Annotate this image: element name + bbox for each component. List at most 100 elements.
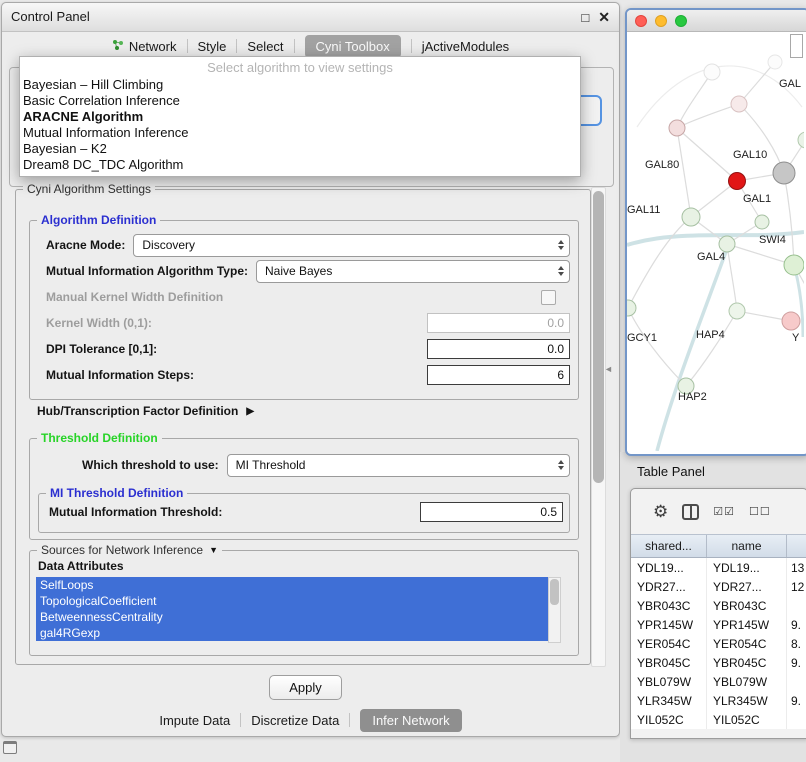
close-traffic-light-icon[interactable] <box>635 15 647 27</box>
hub-factor-section-header[interactable]: Hub/Transcription Factor Definition ▶ <box>37 404 254 418</box>
mi-threshold-field[interactable]: 0.5 <box>420 502 563 522</box>
cell[interactable] <box>787 672 806 691</box>
tab-discretize-data[interactable]: Discretize Data <box>251 713 339 728</box>
node-label[interactable]: Y <box>792 332 799 344</box>
apply-button[interactable]: Apply <box>269 675 342 700</box>
tab-jactivemodules[interactable]: jActiveModules <box>422 39 509 54</box>
node-label[interactable]: GAL11 <box>627 204 660 216</box>
cell[interactable]: YBR043C <box>707 596 787 615</box>
close-icon[interactable]: ✕ <box>598 9 610 26</box>
popup-item[interactable]: Mutual Information Inference <box>20 125 580 141</box>
network-node-hap4[interactable] <box>729 303 745 319</box>
cell[interactable]: 13 <box>787 558 806 577</box>
table-row[interactable]: YLR345WYLR345W9. <box>631 691 806 710</box>
network-node-faint[interactable] <box>768 55 782 69</box>
cell[interactable] <box>787 710 806 729</box>
panel-collapse-handle[interactable]: ◄ <box>604 364 613 374</box>
table-row[interactable]: YER054CYER054C8. <box>631 634 806 653</box>
cell[interactable]: YIL052C <box>631 710 707 729</box>
network-node-swi4[interactable] <box>755 215 769 229</box>
which-threshold-select[interactable]: MI Threshold <box>227 454 570 477</box>
zoom-traffic-light-icon[interactable] <box>675 15 687 27</box>
cell[interactable] <box>787 596 806 615</box>
popup-item[interactable]: Bayesian – K2 <box>20 141 580 157</box>
network-canvas[interactable]: GAL GAL80 GAL10 GAL11 GAL1 SWI4 GAL4 GCY… <box>627 32 804 451</box>
tab-network[interactable]: Network <box>112 39 177 54</box>
cell[interactable]: YLR345W <box>707 691 787 710</box>
cell[interactable]: 8. <box>787 634 806 653</box>
settings-scrollbar[interactable] <box>591 187 606 667</box>
restore-panel-icon[interactable] <box>3 741 17 754</box>
popup-item-selected[interactable]: ARACNE Algorithm <box>20 109 580 125</box>
network-node-gal10-red[interactable] <box>729 173 746 190</box>
popup-item[interactable]: Dream8 DC_TDC Algorithm <box>20 157 580 173</box>
table-row[interactable]: YDR27...YDR27...12 <box>631 577 806 596</box>
scrollbar-thumb[interactable] <box>593 191 604 483</box>
attributes-scrollbar[interactable] <box>548 577 561 643</box>
list-item[interactable]: BetweennessCentrality <box>36 609 548 625</box>
tab-infer-network[interactable]: Infer Network <box>360 709 461 732</box>
network-node-gal4[interactable] <box>719 236 735 252</box>
node-label[interactable]: GCY1 <box>627 332 657 344</box>
node-label[interactable]: GAL4 <box>697 251 725 263</box>
table-row[interactable]: YBR043CYBR043C <box>631 596 806 615</box>
cell[interactable]: YDL19... <box>631 558 707 577</box>
network-node-gal[interactable] <box>798 132 804 148</box>
cell[interactable]: 12 <box>787 577 806 596</box>
canvas-scrollbar[interactable] <box>790 34 803 58</box>
column-header[interactable]: name <box>707 535 787 557</box>
unselect-all-columns-icon[interactable]: ☐☐ <box>749 505 771 518</box>
cell[interactable]: YPR145W <box>707 615 787 634</box>
scrollbar-thumb[interactable] <box>550 579 559 605</box>
cell[interactable]: YBR045C <box>631 653 707 672</box>
table-row[interactable]: YBR045CYBR045C9. <box>631 653 806 672</box>
control-panel-titlebar[interactable]: Control Panel □ ✕ <box>2 3 619 32</box>
cell[interactable]: 9. <box>787 653 806 672</box>
node-label[interactable]: GAL10 <box>733 149 767 161</box>
column-header[interactable]: shared... <box>631 535 707 557</box>
tab-impute-data[interactable]: Impute Data <box>159 713 230 728</box>
network-node-gal11[interactable] <box>682 208 700 226</box>
network-window-titlebar[interactable] <box>627 10 806 32</box>
cell[interactable]: 9. <box>787 691 806 710</box>
aracne-mode-select[interactable]: Discovery <box>133 234 570 257</box>
network-node-pink[interactable] <box>782 312 800 330</box>
tab-style[interactable]: Style <box>198 39 227 54</box>
mi-type-select[interactable]: Naive Bayes <box>256 260 570 283</box>
float-window-icon[interactable]: □ <box>581 10 589 25</box>
cell[interactable]: YLR345W <box>631 691 707 710</box>
network-node-gal80[interactable] <box>669 120 685 136</box>
network-node-pale-pink[interactable] <box>731 96 747 112</box>
cell[interactable]: YBR045C <box>707 653 787 672</box>
cell[interactable]: YPR145W <box>631 615 707 634</box>
select-all-columns-icon[interactable]: ☑☑ <box>713 505 735 518</box>
minimize-traffic-light-icon[interactable] <box>655 15 667 27</box>
cell[interactable]: YIL052C <box>707 710 787 729</box>
column-browser-icon[interactable] <box>682 504 699 520</box>
popup-item[interactable]: Bayesian – Hill Climbing <box>20 77 580 93</box>
table-row[interactable]: YPR145WYPR145W9. <box>631 615 806 634</box>
network-node-gcy1[interactable] <box>627 300 636 316</box>
gear-icon[interactable]: ⚙ <box>653 503 668 520</box>
node-label[interactable]: GAL1 <box>743 193 771 205</box>
tab-cyni-toolbox[interactable]: Cyni Toolbox <box>305 35 401 58</box>
node-label[interactable]: SWI4 <box>759 234 786 246</box>
list-item[interactable]: TopologicalCoefficient <box>36 593 548 609</box>
cell[interactable]: YBL079W <box>631 672 707 691</box>
mi-steps-field[interactable]: 6 <box>427 365 570 385</box>
cell[interactable]: 9. <box>787 615 806 634</box>
table-row[interactable]: YIL052CYIL052C <box>631 710 806 729</box>
table-row[interactable]: YBL079WYBL079W <box>631 672 806 691</box>
cell[interactable]: YBL079W <box>707 672 787 691</box>
network-node-gray[interactable] <box>773 162 795 184</box>
network-node-faint[interactable] <box>704 64 720 80</box>
cell[interactable]: YDR27... <box>631 577 707 596</box>
node-label[interactable]: HAP4 <box>696 329 725 341</box>
dpi-tolerance-field[interactable]: 0.0 <box>427 339 570 359</box>
sources-group-title[interactable]: Sources for Network Inference ▼ <box>37 543 222 557</box>
column-header[interactable] <box>787 535 806 557</box>
cell[interactable]: YDR27... <box>707 577 787 596</box>
node-label[interactable]: GAL80 <box>645 159 679 171</box>
tab-select[interactable]: Select <box>247 39 283 54</box>
node-label[interactable]: GAL <box>779 78 801 90</box>
